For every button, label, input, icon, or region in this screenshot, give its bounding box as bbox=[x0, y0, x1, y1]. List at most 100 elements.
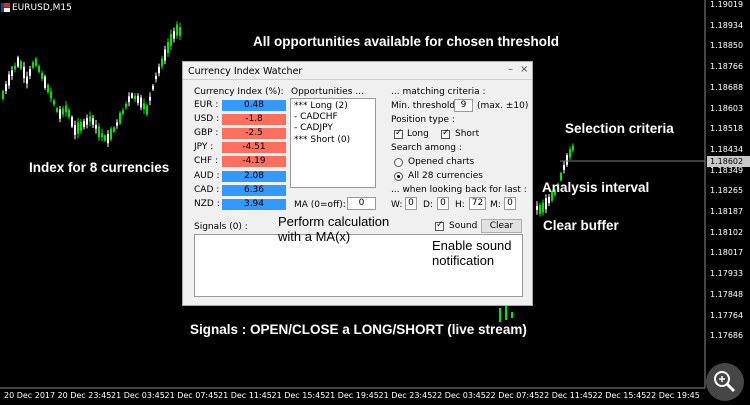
candle-body bbox=[83, 121, 85, 128]
currency-code-label: GBP : bbox=[194, 128, 219, 139]
candle-body bbox=[563, 165, 565, 170]
time-tick-label: 22 Dec 03:45 bbox=[432, 391, 486, 400]
candle-body bbox=[32, 62, 34, 68]
annotation-sound-line2: notification bbox=[432, 253, 495, 268]
d-input[interactable]: 0 bbox=[437, 197, 449, 210]
candle-body bbox=[41, 72, 43, 79]
candle-body bbox=[173, 31, 175, 39]
w-input[interactable]: 0 bbox=[405, 197, 417, 210]
price-tick-label: 1.18265 bbox=[710, 186, 744, 196]
m-input[interactable]: 0 bbox=[504, 197, 516, 210]
opportunities-list[interactable]: *** Long (2) - CADCHF - CADJPY *** Short (0… bbox=[290, 98, 376, 188]
d-label: D: bbox=[423, 200, 433, 210]
currency-index-value: -2.5 bbox=[222, 128, 286, 140]
annotation-analysis-interval: Analysis interval bbox=[542, 180, 650, 195]
candle-body bbox=[116, 122, 118, 126]
currency-index-value: 6.36 bbox=[222, 184, 286, 196]
candle-body bbox=[89, 116, 91, 122]
all-currencies-label: All 28 currencies bbox=[408, 171, 483, 181]
time-tick-label: 22 Dec 07:45 bbox=[485, 391, 540, 400]
position-type-label: Position type : bbox=[391, 115, 455, 125]
candle-body bbox=[14, 65, 16, 70]
candle-body bbox=[98, 126, 100, 138]
currency-index-value: -4.51 bbox=[222, 142, 286, 154]
candle-body bbox=[131, 93, 133, 98]
price-tick-label: 1.18102 bbox=[710, 227, 744, 237]
candle-body bbox=[11, 70, 13, 76]
minimize-icon[interactable]: – bbox=[508, 64, 513, 75]
currency-code-label: CAD : bbox=[194, 184, 220, 195]
currency-code-label: AUD : bbox=[194, 170, 220, 181]
candle-body bbox=[95, 124, 97, 129]
time-tick-label: 21 Dec 23:45 bbox=[378, 391, 433, 400]
opportunity-item[interactable]: - CADCHF bbox=[294, 112, 338, 122]
candle-body bbox=[140, 97, 142, 108]
looking-back-label: ... when looking back for last : bbox=[391, 185, 527, 195]
candle-body bbox=[104, 135, 106, 141]
zoom-icon[interactable] bbox=[706, 363, 744, 401]
currency-index-value: -1.8 bbox=[222, 114, 286, 126]
annotation-selection-criteria: Selection criteria bbox=[565, 121, 674, 136]
annotation-clear-buffer: Clear buffer bbox=[543, 218, 619, 233]
time-tick-label: 22 Dec 15:45 bbox=[592, 391, 647, 400]
candle-body bbox=[122, 110, 124, 114]
candle-body bbox=[566, 155, 568, 165]
price-tick-label: 1.18187 bbox=[710, 207, 744, 216]
candle-body bbox=[110, 128, 112, 140]
ma-label: MA (0=off): bbox=[294, 200, 346, 210]
currency-index-value: 3.94 bbox=[222, 198, 286, 210]
opportunity-item[interactable]: - CADJPY bbox=[294, 123, 333, 133]
currency-index-value: -4.19 bbox=[222, 156, 286, 168]
h-input[interactable]: 72 bbox=[469, 197, 486, 210]
currency-index-value: 0.48 bbox=[222, 100, 286, 111]
opened-charts-label: Opened charts bbox=[408, 157, 475, 167]
currency-index-header: Currency Index (%): bbox=[194, 87, 284, 97]
candle-body bbox=[152, 85, 154, 90]
clear-button[interactable]: Clear bbox=[481, 219, 522, 233]
w-label: W: bbox=[391, 200, 403, 210]
opportunity-item[interactable]: *** Long (2) bbox=[294, 101, 348, 111]
candle-body bbox=[134, 95, 136, 100]
candle-body bbox=[29, 69, 31, 76]
ma-input[interactable]: 0 bbox=[347, 197, 376, 210]
time-tick-label: 21 Dec 03:45 bbox=[111, 391, 165, 400]
h-label: H: bbox=[455, 200, 465, 210]
time-tick-label: 20 Dec 23:45 bbox=[57, 391, 112, 400]
candle-body bbox=[8, 74, 10, 86]
candle-body bbox=[119, 112, 121, 124]
opportunity-item[interactable]: *** Short (0) bbox=[294, 135, 350, 145]
min-threshold-input[interactable]: 9 bbox=[454, 99, 473, 112]
candle-body bbox=[47, 85, 49, 93]
opened-charts-radio[interactable] bbox=[394, 158, 403, 167]
candle-body bbox=[539, 205, 541, 214]
price-tick-label: 1.17686 bbox=[710, 331, 744, 341]
candle-body bbox=[125, 103, 127, 108]
candle-body bbox=[569, 149, 571, 158]
annotation-perform-ma: with a MA(x) bbox=[278, 229, 351, 244]
price-tick-label: 1.18518 bbox=[710, 124, 744, 134]
candle-body bbox=[35, 58, 37, 66]
time-tick-label: 21 Dec 11:45 bbox=[218, 391, 272, 400]
all-currencies-radio[interactable] bbox=[394, 172, 403, 181]
time-tick-label: 21 Dec 07:45 bbox=[164, 391, 219, 400]
short-checkbox[interactable] bbox=[441, 128, 450, 139]
candle-body bbox=[536, 206, 538, 210]
candle-body bbox=[74, 125, 76, 135]
current-price-label: 1.18602 bbox=[707, 156, 750, 167]
candle-body bbox=[71, 116, 73, 127]
candle-body bbox=[23, 66, 25, 79]
time-tick-label: 21 Dec 15:45 bbox=[271, 391, 326, 400]
candle-body bbox=[158, 66, 160, 74]
sound-label: Sound bbox=[449, 221, 478, 231]
annotation-perform-calculation: Perform calculation bbox=[278, 214, 390, 229]
price-tick-label: 1.17764 bbox=[710, 310, 744, 320]
signals-label: Signals (0) : bbox=[194, 222, 248, 232]
chart-symbol-icon bbox=[1, 3, 10, 12]
currency-code-label: USD : bbox=[194, 114, 220, 125]
candle-body bbox=[62, 108, 64, 115]
long-checkbox[interactable] bbox=[394, 128, 403, 139]
candle-body bbox=[170, 34, 172, 46]
close-icon[interactable]: × bbox=[520, 64, 528, 75]
sound-checkbox[interactable] bbox=[435, 220, 444, 231]
candle-body bbox=[65, 105, 67, 113]
